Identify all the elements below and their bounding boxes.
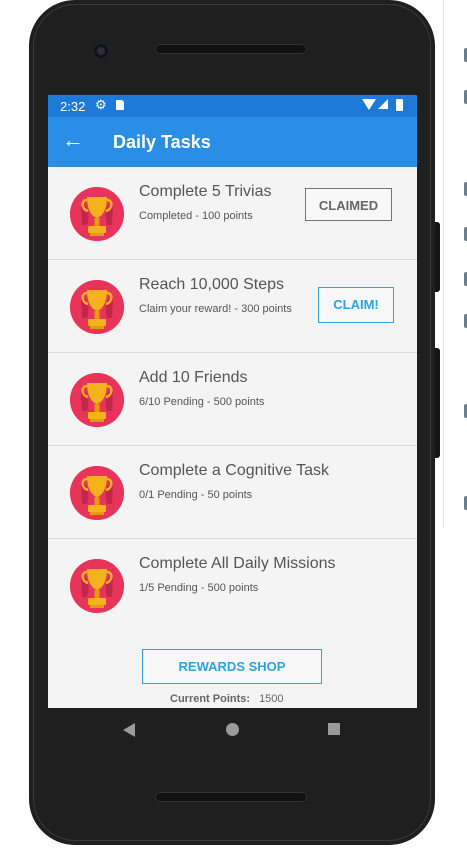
task-title: Add 10 Friends	[139, 369, 248, 386]
status-time: 2:32	[60, 99, 86, 114]
footer: REWARDS SHOP Current Points: 1500	[48, 627, 417, 708]
task-title: Reach 10,000 Steps	[139, 276, 284, 293]
task-subtitle: 6/10 Pending - 500 points	[139, 396, 265, 408]
trophy-icon	[70, 559, 124, 613]
arrow-left-icon[interactable]: ←	[62, 128, 84, 152]
page-title: Daily Tasks	[113, 132, 211, 152]
task-row[interactable]: Reach 10,000 Steps Claim your reward! - …	[48, 260, 417, 353]
task-subtitle: 0/1 Pending - 50 points	[139, 489, 253, 501]
system-nav-bar	[48, 708, 417, 752]
task-subtitle: 1/5 Pending - 500 points	[139, 582, 259, 594]
sd-card-icon	[116, 100, 124, 110]
background-window-edge	[443, 0, 467, 528]
power-button	[435, 348, 440, 458]
nav-back-icon[interactable]	[123, 723, 135, 737]
task-subtitle: Claim your reward! - 300 points	[139, 303, 292, 315]
trophy-icon	[70, 280, 124, 334]
points-label: Current Points:	[170, 693, 251, 705]
signal-icon	[378, 99, 388, 109]
task-title: Complete 5 Trivias	[139, 183, 272, 200]
trophy-icon	[70, 373, 124, 427]
task-title: Complete All Daily Missions	[139, 555, 336, 572]
volume-button	[435, 222, 440, 292]
status-bar: 2:32 ⚙	[48, 95, 417, 117]
rewards-shop-button[interactable]: REWARDS SHOP	[142, 649, 322, 684]
task-title: Complete a Cognitive Task	[139, 462, 330, 479]
claim-button[interactable]: CLAIM!	[318, 287, 394, 323]
nav-recents-icon[interactable]	[328, 723, 340, 735]
gear-icon: ⚙	[95, 97, 107, 112]
task-row[interactable]: Add 10 Friends 6/10 Pending - 500 points	[48, 353, 417, 446]
earpiece-speaker	[155, 44, 307, 54]
task-list: Complete 5 Trivias Completed - 100 point…	[48, 167, 417, 632]
trophy-icon	[70, 466, 124, 520]
front-camera	[94, 44, 108, 58]
claimed-button[interactable]: CLAIMED	[305, 188, 392, 221]
task-row[interactable]: Complete a Cognitive Task 0/1 Pending - …	[48, 446, 417, 539]
nav-home-icon[interactable]	[226, 723, 239, 736]
task-row[interactable]: Complete 5 Trivias Completed - 100 point…	[48, 167, 417, 260]
task-row[interactable]: Complete All Daily Missions 1/5 Pending …	[48, 539, 417, 632]
trophy-icon	[70, 187, 124, 241]
app-bar: ← Daily Tasks	[48, 117, 417, 167]
bottom-speaker	[155, 792, 307, 802]
wifi-icon	[362, 99, 376, 110]
points-value: 1500	[259, 693, 284, 705]
battery-icon	[396, 99, 403, 111]
app-screen: 2:32 ⚙ ← Daily Tasks Complete 5 Trivias …	[48, 95, 417, 708]
current-points: Current Points: 1500	[170, 693, 284, 705]
task-subtitle: Completed - 100 points	[139, 210, 253, 222]
